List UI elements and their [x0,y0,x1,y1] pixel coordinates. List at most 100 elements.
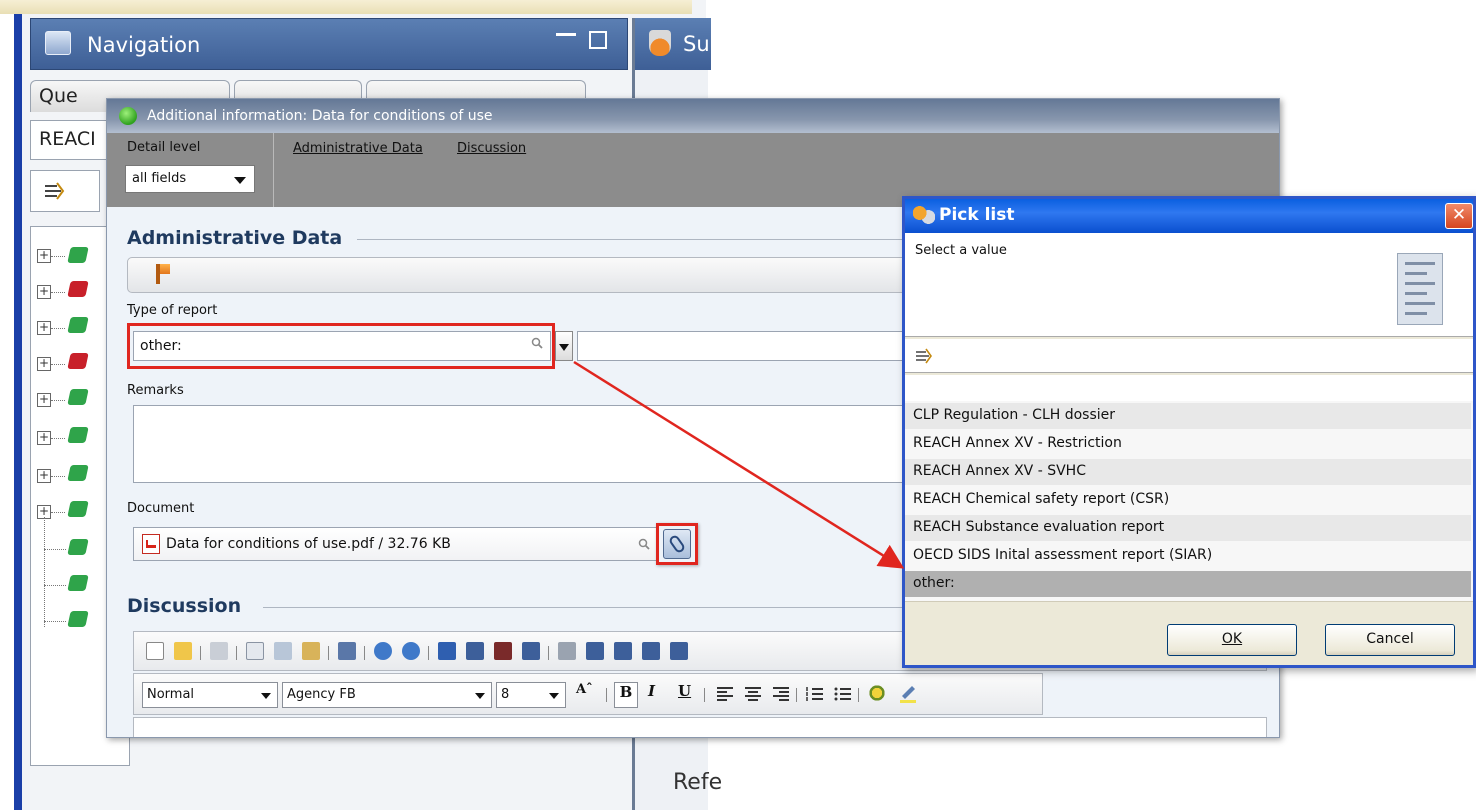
insert-table-icon[interactable] [466,642,484,660]
tree-expand-icon[interactable]: + [37,393,51,407]
flag-icon[interactable] [160,264,170,274]
paste-icon[interactable] [302,642,320,660]
pick-list-empty-row[interactable] [905,375,1473,401]
pick-list-filter-bar[interactable] [905,339,1473,373]
list-item[interactable]: CLP Regulation - CLH dossier [905,403,1471,429]
spellcheck-icon[interactable] [438,642,456,660]
nav-filter-button[interactable] [30,170,100,212]
discussion-editor-body[interactable] [133,717,1267,737]
dialog-title: Additional information: Data for conditi… [147,108,493,124]
search-icon[interactable] [638,538,650,550]
bullet-list-icon[interactable] [834,686,852,702]
type-of-report-other-input[interactable] [577,331,917,361]
type-of-report-label: Type of report [127,303,218,318]
tree-expand-icon[interactable]: + [37,321,51,335]
insert-row-icon[interactable] [494,642,512,660]
underline-button[interactable]: U [678,682,691,700]
link-discussion[interactable]: Discussion [457,141,526,156]
detail-level-label: Detail level [127,140,201,155]
substance-book-icon[interactable] [67,575,89,591]
substance-book-warning-icon[interactable] [67,353,89,369]
tree-connector [51,292,65,293]
substance-book-icon[interactable] [67,247,89,263]
substance-book-icon[interactable] [67,501,89,517]
toolbar-separator [328,646,329,660]
filter-arrow-icon[interactable] [915,347,935,365]
font-size-select[interactable]: 8 [496,682,566,708]
delete-column-icon[interactable] [670,642,688,660]
numbered-list-icon[interactable] [806,686,824,702]
new-document-icon[interactable] [146,642,164,660]
admin-section-header: Administrative Data [127,227,343,249]
highlighter-icon[interactable] [898,682,918,704]
reference-label: Refe [673,770,723,795]
link-administrative-data[interactable]: Administrative Data [293,141,423,156]
substance-book-icon[interactable] [67,427,89,443]
text-color-icon[interactable] [868,684,886,702]
indent-icon[interactable] [558,642,576,660]
pick-list-footer: OK Cancel [905,601,1473,665]
app-icon [913,205,935,225]
detail-level-value: all fields [132,171,187,186]
remarks-textarea[interactable] [133,405,933,483]
paragraph-style-select[interactable]: Normal [142,682,278,708]
tree-expand-icon[interactable]: + [37,469,51,483]
list-item[interactable]: REACH Annex XV - SVHC [905,459,1471,485]
print-icon[interactable] [210,642,228,660]
cancel-button[interactable]: Cancel [1325,624,1455,656]
substance-book-icon[interactable] [67,611,89,627]
substance-book-icon[interactable] [67,465,89,481]
status-green-icon [119,107,137,125]
close-button[interactable]: ✕ [1445,203,1473,229]
split-cells-icon[interactable] [614,642,632,660]
delete-row-icon[interactable] [642,642,660,660]
undo-icon[interactable] [374,642,392,660]
tree-expand-icon[interactable]: + [37,249,51,263]
detail-level-select[interactable]: all fields [125,165,255,193]
list-item[interactable]: REACH Substance evaluation report [905,515,1471,541]
substance-book-icon[interactable] [67,317,89,333]
tree-connector [51,438,65,439]
open-folder-icon[interactable] [174,642,192,660]
align-right-icon[interactable] [772,686,790,702]
font-grow-icon[interactable]: Aˆ [576,682,593,697]
redo-icon[interactable] [402,642,420,660]
align-center-icon[interactable] [744,686,762,702]
list-item-selected[interactable]: other: [905,571,1471,597]
merge-cells-icon[interactable] [586,642,604,660]
list-item[interactable]: OECD SIDS Inital assessment report (SIAR… [905,543,1471,569]
discussion-section-header: Discussion [127,595,242,617]
tree-connector [44,621,66,622]
maximize-icon[interactable] [589,31,607,49]
bold-button[interactable]: B [614,682,638,708]
toolbar-separator [796,688,797,702]
list-item[interactable]: REACH Annex XV - Restriction [905,431,1471,457]
insert-column-icon[interactable] [522,642,540,660]
tree-expand-icon[interactable]: + [37,285,51,299]
ok-button[interactable]: OK [1167,624,1297,656]
type-of-report-dropdown[interactable] [555,331,573,361]
chevron-down-icon [549,693,559,699]
substance-book-icon[interactable] [67,389,89,405]
substance-book-warning-icon[interactable] [67,281,89,297]
tree-connector [51,256,65,257]
pdf-mark [146,540,156,548]
copy-icon[interactable] [246,642,264,660]
align-left-icon[interactable] [716,686,734,702]
minimize-icon[interactable] [556,33,576,37]
pick-list-options: CLP Regulation - CLH dossier REACH Annex… [905,375,1473,601]
tree-expand-icon[interactable]: + [37,431,51,445]
font-family-select[interactable]: Agency FB [282,682,492,708]
font-size-value: 8 [501,687,510,702]
list-item[interactable]: REACH Chemical safety report (CSR) [905,487,1471,513]
substance-book-icon[interactable] [67,539,89,555]
tree-expand-icon[interactable]: + [37,357,51,371]
window-top-border [0,0,692,14]
italic-button[interactable]: I [648,682,655,700]
attach-button-highlight [656,523,698,565]
document-field[interactable]: Data for conditions of use.pdf / 32.76 K… [133,527,659,561]
tree-connector [44,585,66,586]
cut-icon[interactable] [274,642,292,660]
toolbar-separator [200,646,201,660]
table-icon[interactable] [338,642,356,660]
